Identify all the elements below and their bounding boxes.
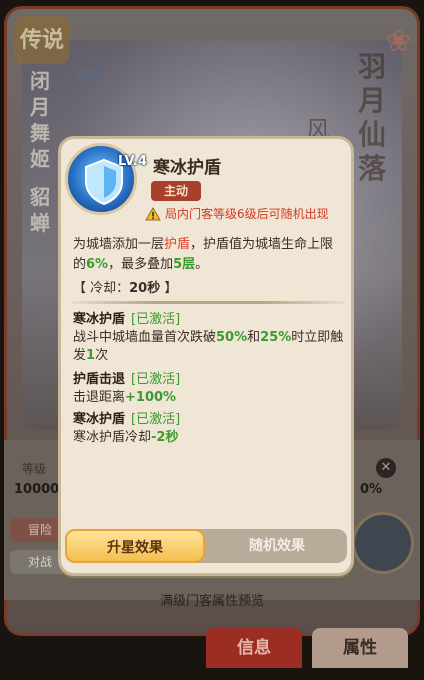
talent-value: 25% [260,330,292,345]
skill-name: 寒冰护盾 [153,158,221,178]
skill-description: 为城墙添加一层护盾，护盾值为城墙生命上限的6%，最多叠加5层。 [73,235,345,275]
talent-value: +100% [125,390,177,405]
random-effect-button[interactable]: 随机效果 [207,529,347,563]
tab-attributes[interactable]: 属性 [312,628,408,668]
talent-name: 寒冰护盾 [73,312,126,327]
talent-name: 护盾击退 [73,372,126,387]
tab-info[interactable]: 信息 [206,628,302,668]
stat-label: 等级 [22,462,47,476]
skill-detail-modal: LV.4 寒冰护盾 主动 局内门客等级6级后可随机出现 为城墙添加一层护盾，护盾… [58,136,354,576]
divider [71,301,345,304]
talent-name: 寒冰护盾 [73,412,126,427]
desc-text: 。 [195,257,209,272]
talent-item: 寒冰护盾 [已激活] 战斗中城墙血量首次跌破50%和25%时立即触发1次 [73,311,345,365]
calligraphy-text: 羽月仙落 [358,50,387,185]
talent-value: 1 [86,348,96,363]
talent-state: [已激活] [131,372,181,387]
talent-desc: 寒冰护盾冷却 [73,430,152,445]
talent-desc: 击退距离 [73,390,126,405]
desc-percent: 6% [86,257,109,272]
bottom-tabs: 信息 属性 [206,628,420,672]
skill-level: LV.4 [118,154,147,169]
talent-desc: 战斗中城墙血量首次跌破 [73,330,217,345]
cooldown-suffix: 】 [160,281,178,296]
effect-toggle: 升星效果 随机效果 [65,529,347,563]
talent-state: [已激活] [131,312,181,327]
desc-text: 为城墙添加一层 [73,237,165,252]
desc-stack: 5层 [173,257,196,272]
skill-orb-icon[interactable] [352,512,414,574]
cooldown-label: 【 冷却： [73,281,130,296]
cooldown: 【 冷却：20秒 】 [73,277,177,296]
desc-shield: 护盾 [164,237,191,252]
talent-value: 50% [216,330,248,345]
close-icon[interactable]: ✕ [376,458,396,478]
stat-left-value: 10000 [14,482,60,497]
character-title: 闭月舞姬 [30,69,50,171]
talent-item: 寒冰护盾 [已激活] 寒冰护盾冷却-2秒 [73,411,345,447]
talent-desc: 和 [247,330,261,345]
faction-tag: 洛洞 [73,68,100,83]
warning-text: 局内门客等级6级后可随机出现 [165,207,329,221]
talent-item: 护盾击退 [已激活] 击退距离+100% [73,371,345,407]
stat-right-value: 0% [360,482,383,497]
talent-value: -2秒 [151,430,179,445]
warning-icon [145,207,161,224]
skill-type-badge: 主动 [151,181,201,201]
cooldown-value: 20秒 [129,281,161,296]
max-level-preview-link[interactable]: 满级门客属性预览 [0,590,424,609]
unlock-warning: 局内门客等级6级后可随机出现 [145,205,329,224]
talent-desc: 次 [95,348,109,363]
talent-state: [已激活] [131,412,181,427]
character-name: 貂蝉 [30,185,50,235]
desc-text: ，最多叠加 [108,257,174,272]
shield-skill-icon: LV.4 [65,143,147,215]
star-effect-button[interactable]: 升星效果 [65,529,205,563]
rarity-badge: 传说 [14,16,70,64]
